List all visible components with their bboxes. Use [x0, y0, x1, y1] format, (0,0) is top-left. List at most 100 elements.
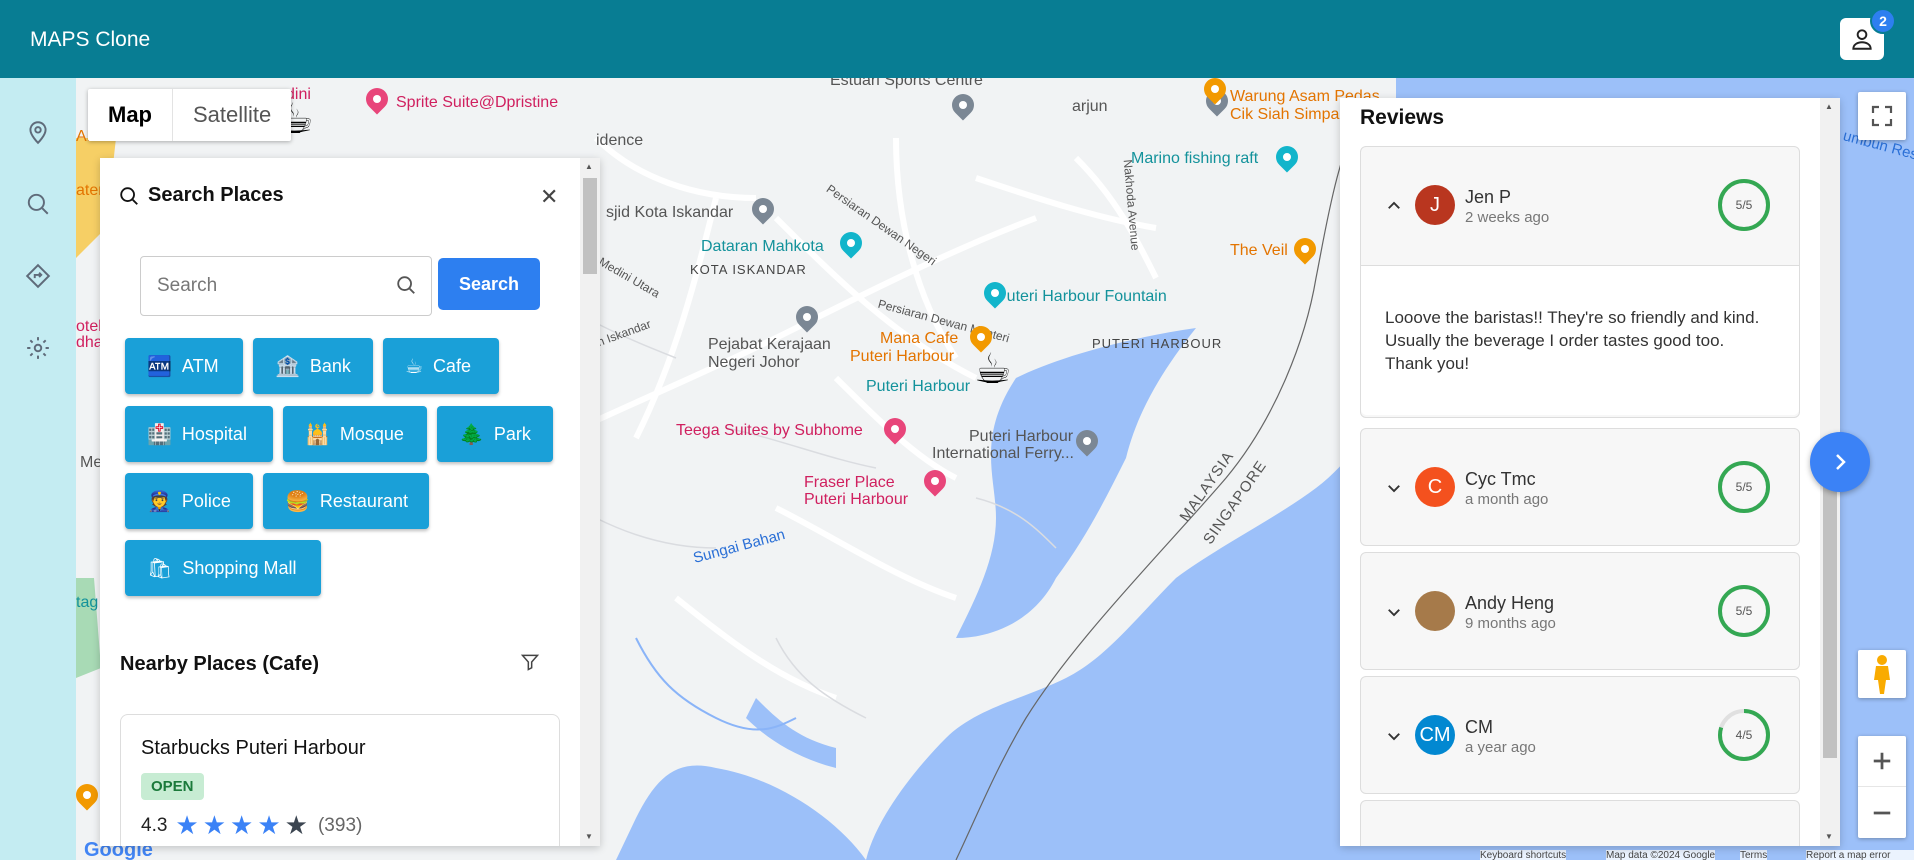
location-icon[interactable] [20, 114, 56, 150]
star-filled-icon: ★ [175, 810, 199, 840]
zoom-out-button[interactable] [1858, 787, 1906, 838]
search-input[interactable]: Search [140, 256, 432, 316]
score-ring: 5/5 [1718, 179, 1770, 231]
chevron-down-icon[interactable] [1385, 479, 1403, 497]
search-icon [120, 186, 138, 205]
next-button[interactable] [1810, 432, 1870, 492]
chip-label: Mosque [339, 423, 404, 444]
review-card[interactable]: C Cyc Tmc a month ago 5/5 [1360, 428, 1800, 546]
scroll-up-icon[interactable]: ▲ [1825, 102, 1833, 111]
mosque-icon: 🕌 [305, 423, 330, 446]
pegman-icon [1874, 655, 1890, 694]
chip-label: Police [181, 490, 231, 511]
reviewer-name: Andy Heng [1465, 593, 1555, 613]
rating-value: 4.3 [141, 814, 168, 836]
review-card[interactable] [1360, 800, 1800, 846]
map-footer-data: Map data ©2024 Google [1606, 850, 1716, 860]
close-icon[interactable]: ✕ [540, 184, 558, 210]
chip-label: ATM [181, 355, 219, 376]
park-icon: 🌲 [459, 423, 484, 446]
review-count: (393) [317, 814, 363, 836]
app-title: MAPS Clone [30, 28, 151, 51]
reviewer-name: Jen P [1465, 187, 1512, 207]
map-label: Teega Suites by Subhome [676, 422, 863, 439]
scroll-down-icon[interactable]: ▼ [1825, 832, 1833, 841]
cafe-marker-icon[interactable]: ☕ [974, 344, 1012, 393]
chevron-up-icon[interactable] [1385, 197, 1403, 215]
review-card[interactable]: Andy Heng 9 months ago 5/5 [1360, 552, 1800, 670]
avatar: C [1415, 467, 1455, 507]
fullscreen-button[interactable] [1858, 92, 1906, 140]
reviewer-name: CM [1465, 717, 1493, 737]
review-card[interactable]: J Jen P 2 weeks ago 5/5 Looove the baris… [1360, 146, 1800, 418]
status-badge: OPEN [141, 773, 204, 800]
score-text: 5/5 [1736, 480, 1753, 494]
chip-label: Cafe [432, 355, 471, 376]
category-chip-cafe[interactable]: ☕ Cafe [383, 338, 499, 394]
chevron-down-icon[interactable] [1385, 727, 1403, 745]
filter-icon[interactable] [520, 652, 540, 677]
top-bar: MAPS Clone 2 [0, 0, 1914, 78]
scrollbar-thumb[interactable] [1823, 478, 1837, 758]
reviewer-name: Cyc Tmc [1465, 469, 1536, 489]
app: MAPS Clone 2 Estuari Sports Centre arjun… [0, 0, 1914, 860]
score-ring: 4/5 [1718, 709, 1770, 761]
place-rating: 4.3 ★ ★ ★ ★ ★ (393) [141, 810, 362, 841]
category-chip-police[interactable]: 👮 Police [125, 473, 253, 529]
review-card[interactable]: CM CM a year ago 4/5 [1360, 676, 1800, 794]
map-label: sjid Kota Iskandar [606, 204, 734, 221]
scrollbar-thumb[interactable] [583, 178, 597, 274]
chevron-down-icon[interactable] [1385, 603, 1403, 621]
user-icon [1852, 29, 1872, 50]
search-icon[interactable] [20, 186, 56, 222]
map-label: PUTERI HARBOUR [1092, 336, 1223, 351]
map-type-map-tab[interactable]: Map [88, 89, 173, 141]
category-chip-shopping-mall[interactable]: 🛍 Shopping Mall [125, 540, 321, 596]
score-text: 4/5 [1736, 728, 1753, 742]
chip-label: Shopping Mall [182, 557, 297, 578]
hospital-icon: 🏥 [147, 423, 172, 446]
map-label: tag [76, 594, 99, 611]
map-label: Puteri Harbour [866, 378, 971, 395]
map-type-satellite-tab[interactable]: Satellite [173, 89, 291, 141]
category-chip-park[interactable]: 🌲 Park [437, 406, 553, 462]
category-chip-atm[interactable]: 🏧 ATM [125, 338, 243, 394]
notification-badge: 2 [1870, 8, 1896, 34]
map-label: Puteri Harbour [969, 428, 1074, 445]
side-rail [0, 78, 76, 860]
street-view-button[interactable] [1858, 650, 1906, 698]
search-button[interactable]: Search [438, 258, 540, 310]
category-chip-bank[interactable]: 🏦 Bank [253, 338, 373, 394]
avatar: J [1415, 185, 1455, 225]
map-label: dha [76, 334, 103, 351]
category-chip-restaurant[interactable]: 🍔 Restaurant [263, 473, 429, 529]
user-button[interactable]: 2 [1840, 8, 1896, 60]
category-chip-hospital[interactable]: 🏥 Hospital [125, 406, 273, 462]
review-time: 2 weeks ago [1465, 209, 1550, 226]
chip-label: Restaurant [319, 490, 408, 511]
settings-icon[interactable] [20, 330, 56, 366]
scroll-down-icon[interactable]: ▼ [585, 832, 593, 841]
map-footer-shortcuts[interactable]: Keyboard shortcuts [1480, 850, 1567, 860]
search-panel-header: Search Places [118, 184, 284, 207]
chip-label: Bank [309, 355, 351, 376]
atm-icon: 🏧 [147, 355, 172, 378]
zoom-in-button[interactable] [1858, 736, 1906, 787]
star-filled-icon: ★ [257, 810, 281, 840]
map-footer-terms[interactable]: Terms [1740, 850, 1768, 860]
search-panel: Search Places ✕ Search Search 🏧 ATM 🏦 Bank… [100, 158, 600, 846]
map-label: Mana Cafe [880, 330, 959, 347]
zoom-control [1858, 736, 1906, 838]
map-footer-report[interactable]: Report a map error [1806, 850, 1914, 860]
map-label: The Veil [1230, 242, 1288, 259]
restaurant-icon: 🍔 [285, 490, 310, 513]
map-label: idence [596, 132, 644, 149]
police-icon: 👮 [147, 490, 172, 513]
search-panel-scrollbar[interactable]: ▲ ▼ [580, 158, 600, 846]
place-card[interactable]: Starbucks Puteri Harbour OPEN 4.3 ★ ★ ★ ★ ★ … [120, 714, 560, 846]
directions-icon[interactable] [20, 258, 56, 294]
category-chip-mosque[interactable]: 🕌 Mosque [283, 406, 427, 462]
nearby-places-title: Nearby Places (Cafe) [120, 653, 319, 675]
chevron-right-icon [1836, 454, 1846, 470]
scroll-up-icon[interactable]: ▲ [585, 162, 593, 171]
